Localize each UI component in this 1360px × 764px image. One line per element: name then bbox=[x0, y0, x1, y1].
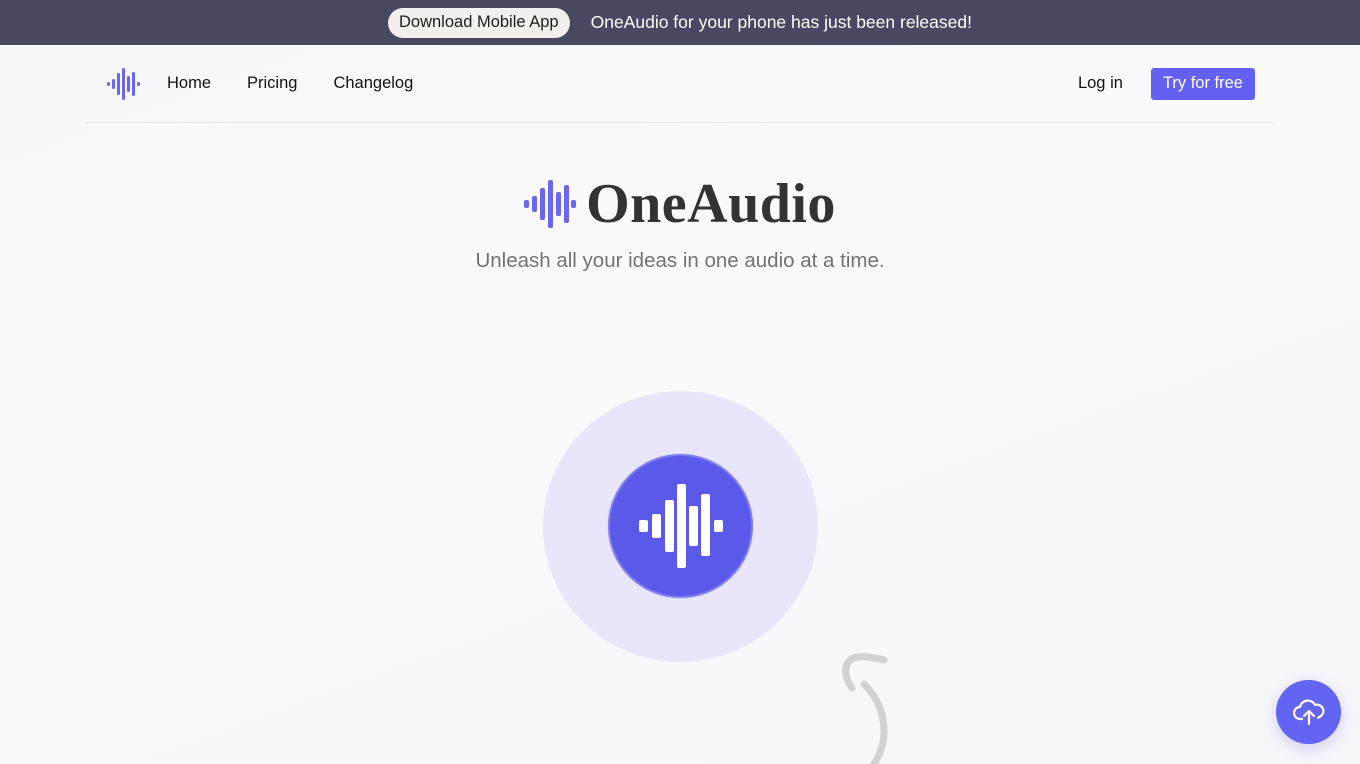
cloud-upload-icon bbox=[1292, 699, 1324, 726]
nav-link-home[interactable]: Home bbox=[167, 74, 211, 93]
waveform-icon bbox=[638, 484, 723, 568]
nav-actions: Log in Try for free bbox=[1078, 67, 1255, 100]
main-nav: Home Pricing Changelog Log in Try for fr… bbox=[86, 45, 1276, 123]
download-mobile-app-button[interactable]: Download Mobile App bbox=[388, 7, 570, 38]
try-for-free-button[interactable]: Try for free bbox=[1150, 67, 1255, 100]
hero-title: OneAudio bbox=[586, 173, 836, 235]
logo-link[interactable] bbox=[106, 67, 140, 101]
record-button[interactable] bbox=[608, 454, 753, 598]
curved-arrow-icon bbox=[842, 653, 888, 764]
waveform-icon bbox=[107, 67, 140, 100]
nav-link-pricing[interactable]: Pricing bbox=[247, 74, 297, 93]
nav-links: Home Pricing Changelog bbox=[167, 74, 413, 93]
login-link[interactable]: Log in bbox=[1078, 74, 1123, 93]
nav-link-changelog[interactable]: Changelog bbox=[333, 74, 413, 93]
announcement-message: OneAudio for your phone has just been re… bbox=[590, 12, 972, 32]
hero-tagline: Unleash all your ideas in one audio at a… bbox=[475, 249, 885, 272]
upload-button[interactable] bbox=[1276, 680, 1341, 744]
waveform-icon bbox=[524, 180, 577, 228]
page: Download Mobile App OneAudio for your ph… bbox=[0, 0, 1360, 764]
hero-heading: OneAudio bbox=[0, 172, 1360, 236]
announcement-bar: Download Mobile App OneAudio for your ph… bbox=[0, 0, 1360, 45]
